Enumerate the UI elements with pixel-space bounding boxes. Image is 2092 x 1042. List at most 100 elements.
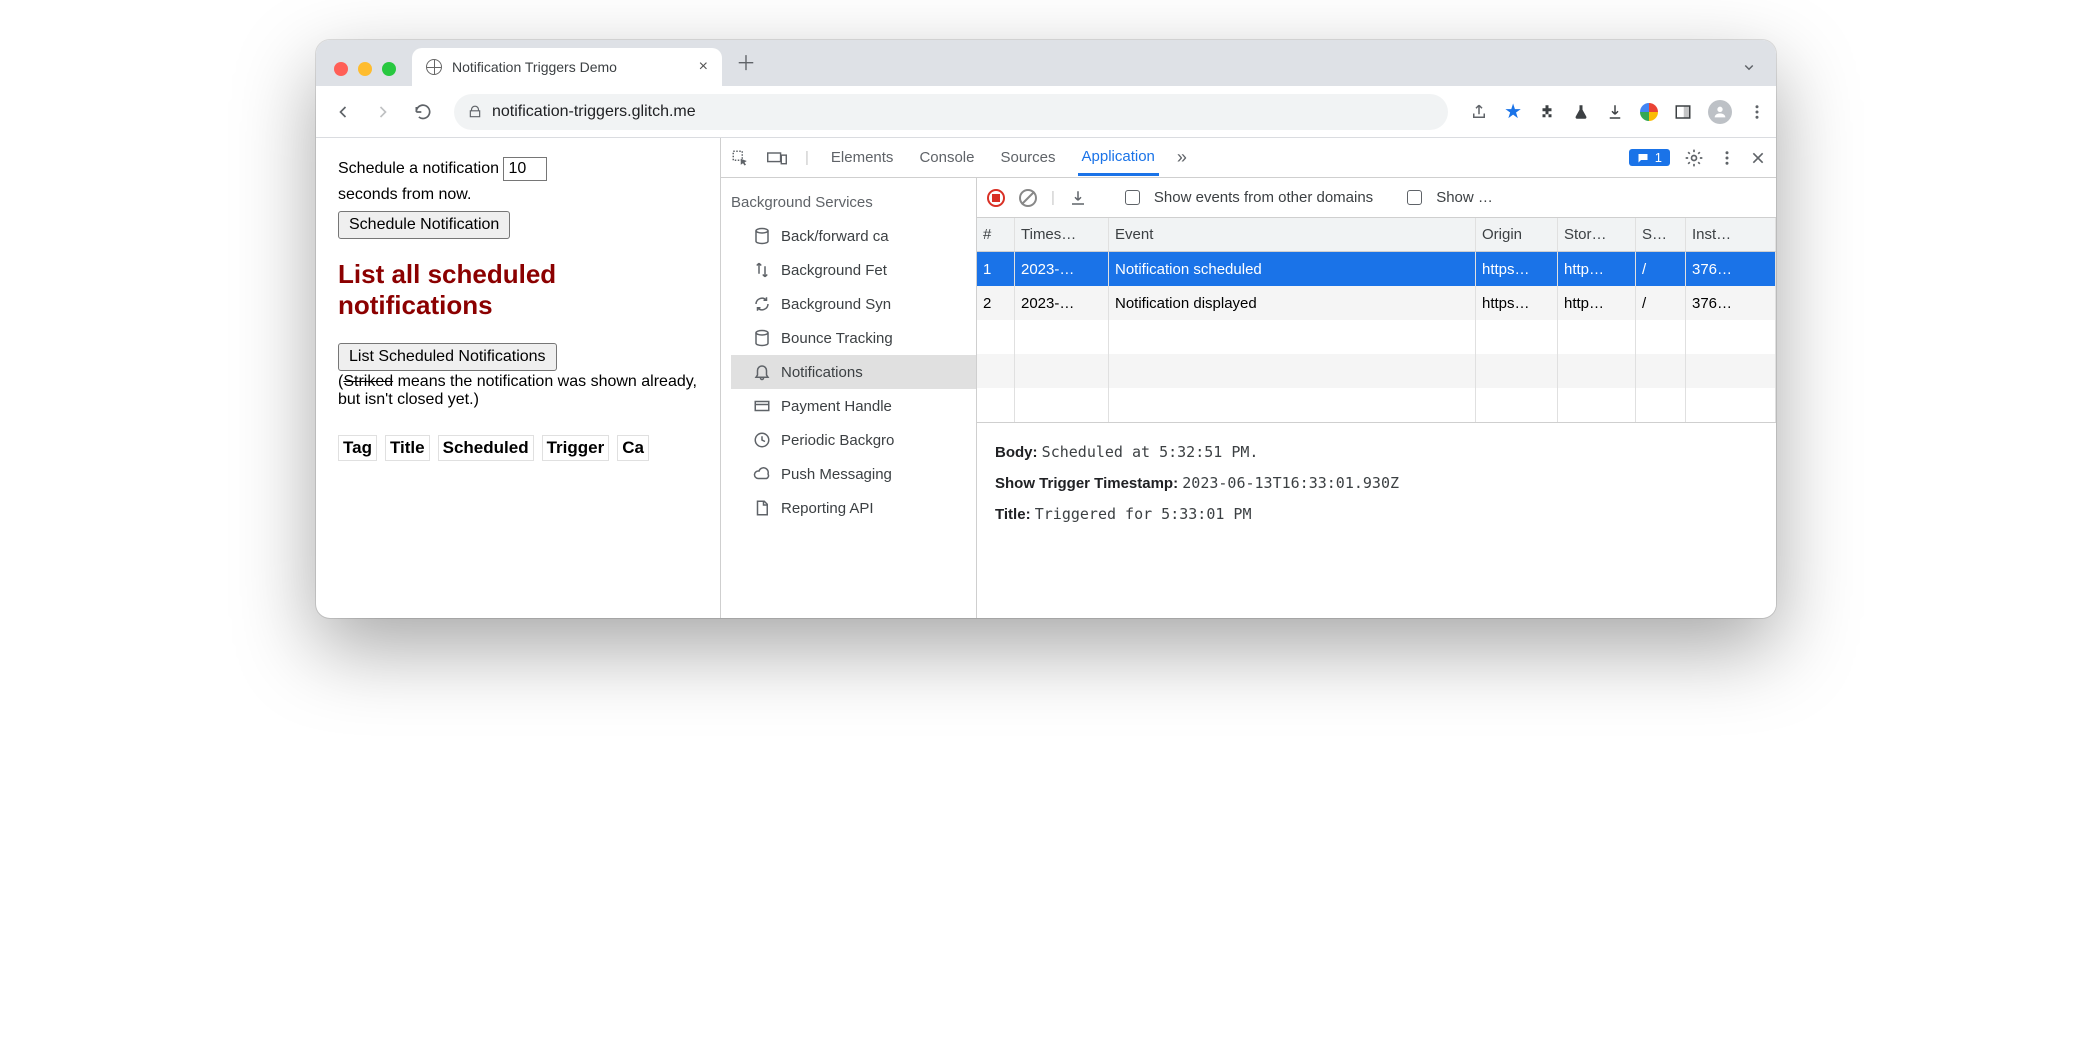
schedule-sentence: Schedule a notification seconds from now… [338,156,710,207]
gear-icon[interactable] [1684,148,1704,168]
sidebar-item-notifications[interactable]: Notifications [731,355,976,389]
minimize-window-icon[interactable] [358,62,372,76]
sidepanel-icon[interactable] [1674,103,1692,121]
show-truncated-checkbox[interactable] [1407,190,1422,205]
browser-tab[interactable]: Notification Triggers Demo × [412,48,722,86]
col-swscope[interactable]: S… [1636,218,1686,251]
sidebar-item-reporting-api[interactable]: Reporting API [731,491,976,525]
events-table: # Times… Event Origin Stor… S… Inst… 1 2… [977,218,1776,423]
updown-icon [753,261,771,279]
schedule-table-headers: Tag Title Scheduled Trigger Ca [338,435,710,461]
list-scheduled-button[interactable]: List Scheduled Notifications [338,343,557,371]
col-event[interactable]: Event [1109,218,1476,251]
strike-note: (Striked means the notification was show… [338,373,710,409]
devtools-panel: | Elements Console Sources Application »… [720,138,1776,618]
bell-icon [753,363,771,381]
devtools-sidebar: Background Services Back/forward ca Back… [721,178,977,618]
tabs-more-icon[interactable]: » [1177,147,1187,168]
inspect-icon[interactable] [731,149,749,167]
schedule-text-prefix: Schedule a notification [338,160,499,177]
tab-console[interactable]: Console [915,141,978,174]
table-row[interactable]: 2 2023-… Notification displayed https… h… [977,286,1776,320]
save-icon[interactable] [1069,189,1087,207]
address-bar[interactable]: notification-triggers.glitch.me [454,94,1448,130]
tab-title: Notification Triggers Demo [452,59,617,75]
document-icon [753,499,771,517]
database-icon [753,329,771,347]
events-toolbar: | Show events from other domains Show … [977,178,1776,218]
sync-icon [753,295,771,313]
col-storage[interactable]: Stor… [1558,218,1636,251]
close-window-icon[interactable] [334,62,348,76]
extensions-icon[interactable] [1538,103,1556,121]
show-truncated-label: Show … [1436,189,1493,206]
col-trigger: Trigger [542,435,610,461]
chat-icon [1637,152,1649,164]
clear-icon[interactable] [1019,189,1037,207]
show-other-domains-label: Show events from other domains [1154,189,1373,206]
sidebar-item-payment-handler[interactable]: Payment Handle [731,389,976,423]
cloud-icon [753,465,771,483]
back-button[interactable] [326,95,360,129]
database-icon [753,227,771,245]
tab-application[interactable]: Application [1078,140,1159,176]
bookmark-star-icon[interactable]: ★ [1504,99,1522,124]
col-scheduled: Scheduled [438,435,534,461]
table-row-empty [977,320,1776,354]
close-tab-icon[interactable]: × [699,58,708,76]
window-controls [330,62,406,86]
new-tab-button[interactable]: ＋ [736,47,756,76]
sidebar-item-periodic-sync[interactable]: Periodic Backgro [731,423,976,457]
maximize-window-icon[interactable] [382,62,396,76]
record-icon[interactable] [987,189,1005,207]
downloads-icon[interactable] [1606,103,1624,121]
share-icon[interactable] [1470,103,1488,121]
url-text: notification-triggers.glitch.me [492,103,696,121]
col-title: Title [385,435,430,461]
col-timestamp[interactable]: Times… [1015,218,1109,251]
sidebar-item-bounce-tracking[interactable]: Bounce Tracking [731,321,976,355]
sidebar-item-push-messaging[interactable]: Push Messaging [731,457,976,491]
table-row-empty [977,354,1776,388]
tab-elements[interactable]: Elements [827,141,898,174]
event-detail: Body: Scheduled at 5:32:51 PM. Show Trig… [977,423,1776,544]
sidebar-item-background-sync[interactable]: Background Syn [731,287,976,321]
issues-badge[interactable]: 1 [1629,149,1670,166]
col-cancel: Ca [617,435,649,461]
heading-list-scheduled: List all scheduled notifications [338,259,710,321]
sidebar-heading: Background Services [731,194,976,211]
tabs-overflow-icon[interactable] [1740,58,1758,76]
devtools-tabbar: | Elements Console Sources Application »… [721,138,1776,178]
tab-sources[interactable]: Sources [996,141,1059,174]
clock-icon [753,431,771,449]
col-tag: Tag [338,435,377,461]
detail-ts-value: 2023-06-13T16:33:01.930Z [1182,474,1399,492]
seconds-input[interactable] [503,157,547,181]
device-toggle-icon[interactable] [767,149,787,167]
table-row-empty [977,388,1776,422]
kebab-icon[interactable] [1718,149,1736,167]
close-devtools-icon[interactable] [1750,150,1766,166]
kebab-menu-icon[interactable] [1748,103,1766,121]
sidebar-item-background-fetch[interactable]: Background Fet [731,253,976,287]
sidebar-item-back-forward-cache[interactable]: Back/forward ca [731,219,976,253]
schedule-button[interactable]: Schedule Notification [338,211,510,239]
forward-button[interactable] [366,95,400,129]
table-row[interactable]: 1 2023-… Notification scheduled https… h… [977,252,1776,286]
detail-ts-label: Show Trigger Timestamp: [995,475,1178,492]
detail-body-label: Body: [995,444,1038,461]
col-instance[interactable]: Inst… [1686,218,1776,251]
col-origin[interactable]: Origin [1476,218,1558,251]
table-header-row: # Times… Event Origin Stor… S… Inst… [977,218,1776,252]
google-account-icon[interactable] [1640,103,1658,121]
toolbar-right: ★ [1470,99,1766,124]
col-number[interactable]: # [977,218,1015,251]
show-other-domains-checkbox[interactable] [1125,190,1140,205]
reload-button[interactable] [406,95,440,129]
schedule-text-suffix: seconds from now. [338,186,471,203]
profile-avatar-icon[interactable] [1708,100,1732,124]
page-body: Schedule a notification seconds from now… [316,138,720,618]
labs-icon[interactable] [1572,103,1590,121]
detail-title-value: Triggered for 5:33:01 PM [1035,505,1252,523]
tabstrip: Notification Triggers Demo × ＋ [316,40,1776,86]
